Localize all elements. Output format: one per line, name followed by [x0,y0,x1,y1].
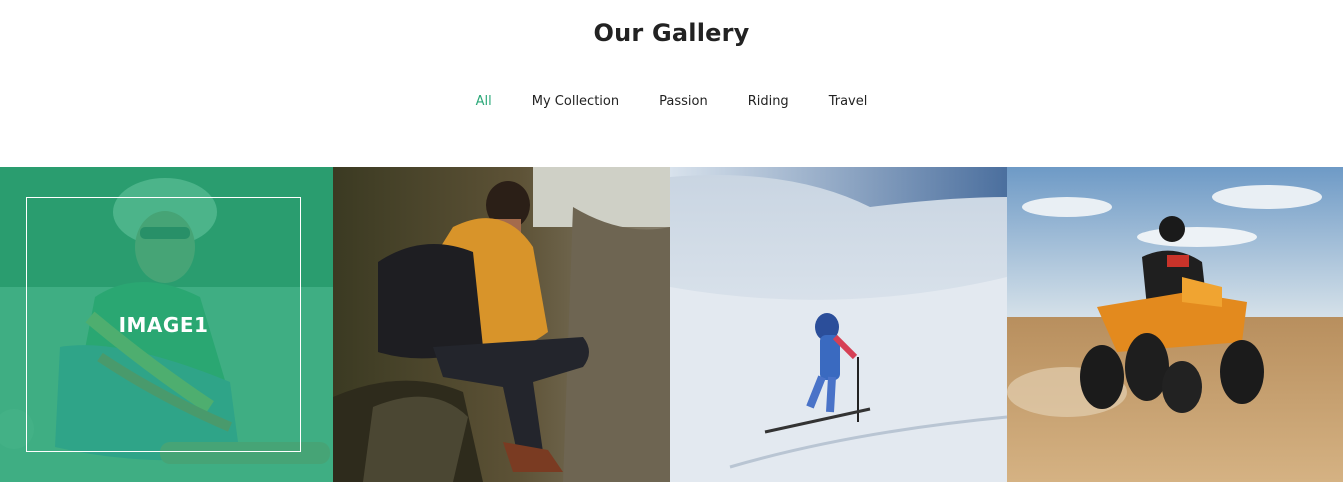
filter-riding[interactable]: Riding [748,94,789,109]
gallery-page: Our Gallery All My Collection Passion Ri… [0,0,1343,482]
image-caption: IMAGE1 [118,312,209,337]
filter-travel[interactable]: Travel [829,94,868,109]
skier-snow-image [670,167,1007,482]
quad-bike-image [1007,167,1343,482]
gallery-item-1[interactable]: IMAGE1 [0,167,333,482]
hiker-cliff-image [333,167,670,482]
gallery-item-3[interactable] [670,167,1007,482]
gallery-item-4[interactable] [1007,167,1343,482]
gallery-filter-bar: All My Collection Passion Riding Travel [0,94,1343,109]
gallery-title: Our Gallery [593,19,750,47]
filter-my-collection[interactable]: My Collection [532,94,619,109]
caption-frame: IMAGE1 [26,197,301,452]
gallery-grid: IMAGE1 [0,167,1343,482]
gallery-item-2[interactable] [333,167,670,482]
filter-all[interactable]: All [476,94,492,109]
filter-passion[interactable]: Passion [659,94,708,109]
image-hover-overlay: IMAGE1 [0,167,333,482]
